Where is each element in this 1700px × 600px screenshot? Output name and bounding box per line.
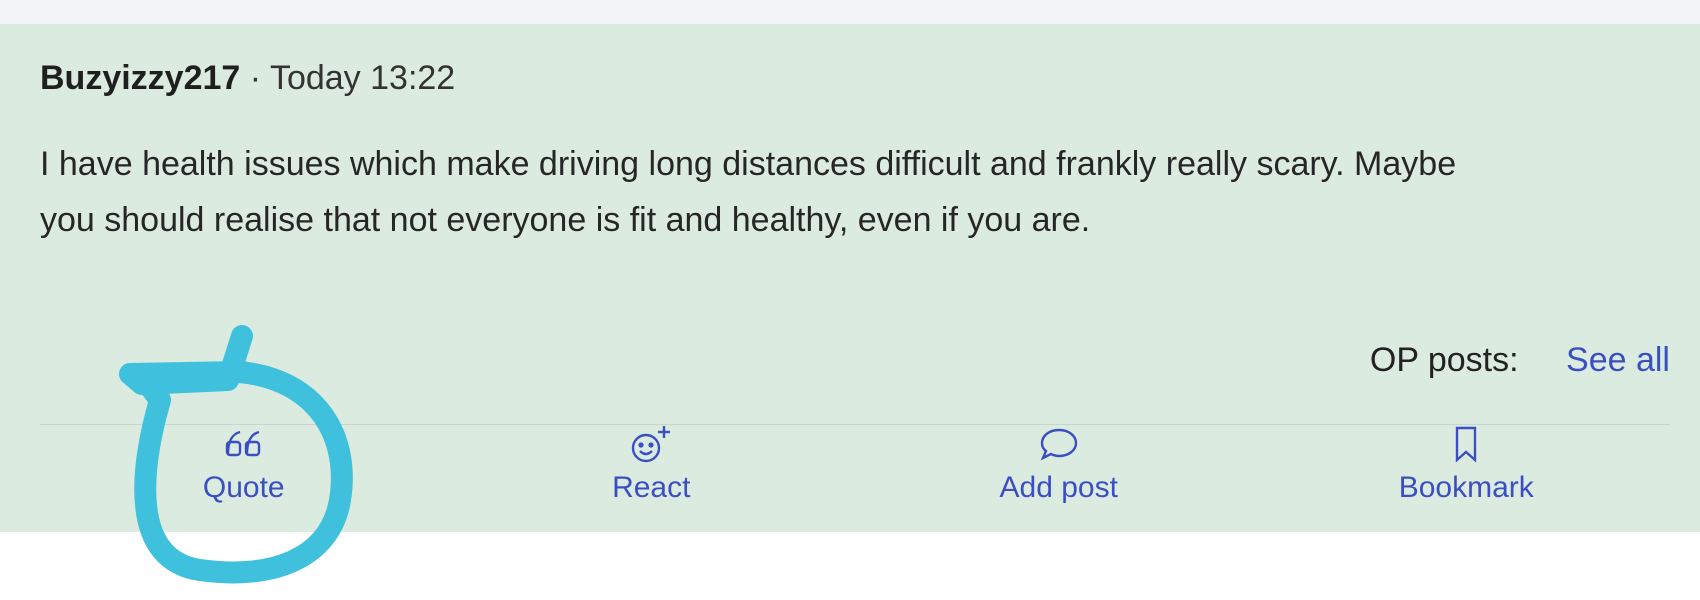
op-posts-label: OP posts: bbox=[1369, 341, 1519, 379]
header-separator: · bbox=[249, 59, 262, 97]
react-button[interactable]: React bbox=[448, 410, 856, 508]
post-body: I have health issues which make driving … bbox=[40, 145, 1457, 239]
add-post-label: Add post bbox=[999, 471, 1118, 504]
post-timestamp: Today 13:22 bbox=[269, 59, 456, 97]
emoji-plus-icon bbox=[626, 422, 676, 466]
quote-icon bbox=[222, 422, 266, 466]
quote-button[interactable]: Quote bbox=[40, 410, 448, 508]
add-post-button[interactable]: Add post bbox=[855, 410, 1263, 508]
see-all-link[interactable]: See all bbox=[1566, 341, 1670, 379]
bookmark-label: Bookmark bbox=[1398, 471, 1534, 504]
op-posts: OP posts: See all bbox=[1370, 338, 1670, 382]
bookmark-button[interactable]: Bookmark bbox=[1263, 410, 1671, 508]
post-header: Buzyizzy217 · Today 13:22 bbox=[40, 56, 455, 100]
react-label: React bbox=[612, 471, 691, 504]
post-actions: Quote React Add post Bookmark bbox=[40, 410, 1670, 508]
bookmark-icon bbox=[1448, 422, 1484, 466]
speech-bubble-icon bbox=[1037, 422, 1081, 466]
author-name[interactable]: Buzyizzy217 bbox=[40, 59, 240, 97]
top-strip bbox=[0, 0, 1700, 24]
quote-label: Quote bbox=[202, 471, 285, 504]
page: Buzyizzy217 · Today 13:22 I have health … bbox=[0, 0, 1700, 600]
